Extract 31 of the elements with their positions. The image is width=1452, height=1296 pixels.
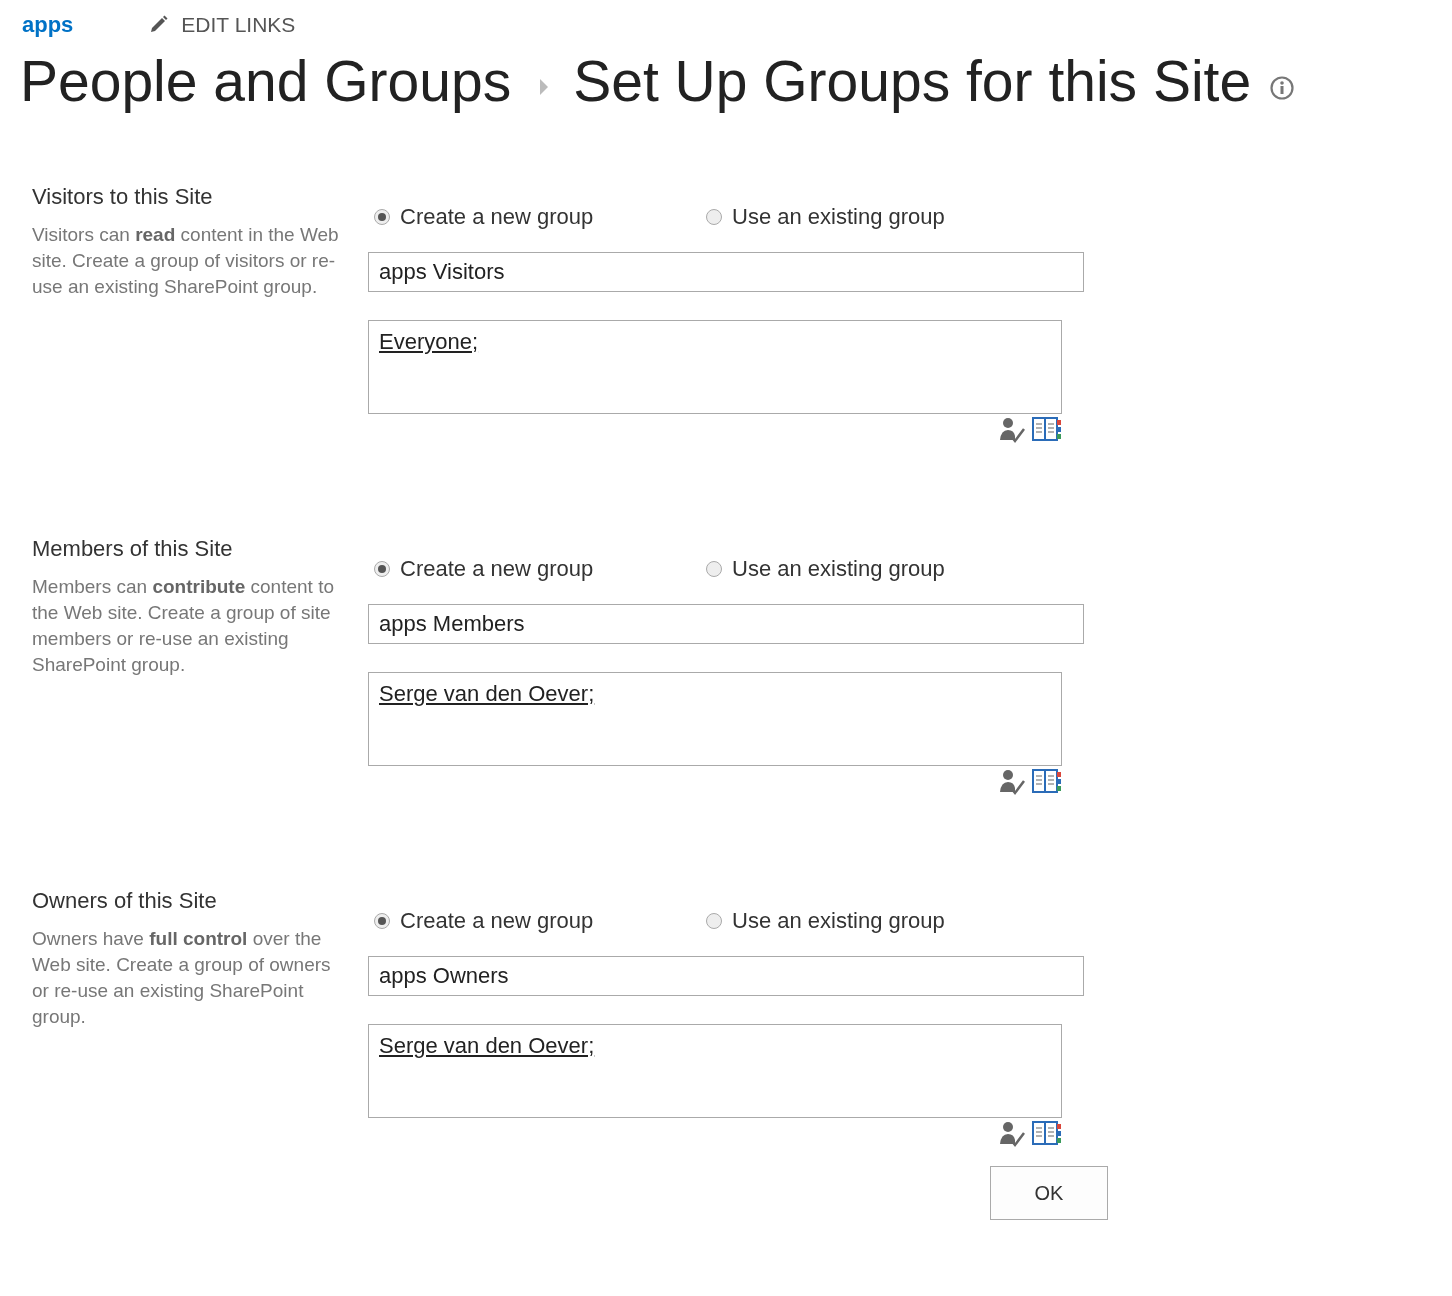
info-icon[interactable] xyxy=(1269,75,1296,101)
radio-option[interactable]: Create a new group xyxy=(374,908,706,934)
group-name-field[interactable]: apps Members xyxy=(368,604,1084,644)
people-picker-field[interactable]: Serge van den Oever; xyxy=(368,672,1062,766)
address-book-icon[interactable] xyxy=(1032,1120,1062,1146)
edit-links-link[interactable]: EDIT LINKS xyxy=(181,13,296,37)
radio-option[interactable]: Create a new group xyxy=(374,204,706,230)
ok-button[interactable]: OK xyxy=(990,1166,1108,1220)
people-picker-field[interactable]: Serge van den Oever; xyxy=(368,1024,1062,1118)
address-book-icon[interactable] xyxy=(1032,768,1062,794)
section-title: Owners of this Site xyxy=(32,888,218,914)
check-names-icon[interactable] xyxy=(998,768,1026,796)
page-title: Set Up Groups for this Site xyxy=(573,48,1252,114)
radio-option[interactable]: Use an existing group xyxy=(706,556,1038,582)
section-description: Members can contribute content to the Web site. Create a group of site members or re-use an existing SharePoint group. xyxy=(32,575,335,677)
section-title: Visitors to this Site xyxy=(32,184,214,210)
check-names-icon[interactable] xyxy=(998,416,1026,444)
radio-option[interactable]: Use an existing group xyxy=(706,204,1038,230)
section-description: Visitors can read content in the Web site. Create a group of visitors or re-use an existing SharePoint group. xyxy=(32,223,340,299)
breadcrumb-arrow-icon xyxy=(539,78,550,96)
site-link[interactable]: apps xyxy=(22,12,74,38)
address-book-icon[interactable] xyxy=(1032,416,1062,442)
check-names-icon[interactable] xyxy=(998,1120,1026,1148)
group-name-field[interactable]: apps Owners xyxy=(368,956,1084,996)
page-title: People and Groups xyxy=(20,48,512,114)
people-picker-field[interactable]: Everyone; xyxy=(368,320,1062,414)
radio-option[interactable]: Use an existing group xyxy=(706,908,1038,934)
section-description: Owners have full control over the Web site. Create a group of owners or re-use an existing SharePoint group. xyxy=(32,927,332,1029)
radio-option[interactable]: Create a new group xyxy=(374,556,706,582)
section-title: Members of this Site xyxy=(32,536,234,562)
group-name-field[interactable]: apps Visitors xyxy=(368,252,1084,292)
